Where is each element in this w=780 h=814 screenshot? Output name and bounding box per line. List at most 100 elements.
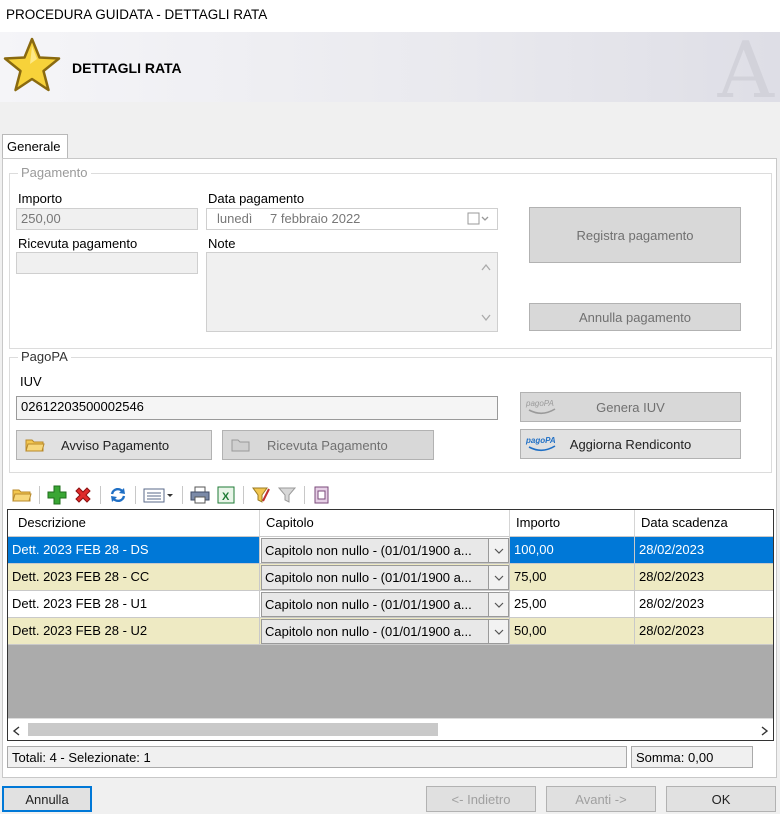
ok-label: OK	[711, 791, 731, 807]
note-textarea[interactable]	[206, 252, 498, 332]
cell-descrizione: Dett. 2023 FEB 28 - DS	[8, 537, 260, 564]
column-header-descrizione[interactable]: Descrizione	[8, 510, 260, 537]
chevron-down-icon[interactable]	[488, 593, 508, 616]
annulla-label: Annulla	[25, 791, 69, 807]
avanti-label: Avanti ->	[575, 791, 627, 807]
scrollbar-thumb[interactable]	[28, 723, 438, 736]
cell-capitolo: Capitolo non nullo - (01/01/1900 a...	[260, 564, 510, 591]
iuv-label: IUV	[20, 374, 42, 389]
importo-field[interactable]: 250,00	[16, 208, 198, 230]
table-row[interactable]: Dett. 2023 FEB 28 - DS Capitolo non null…	[8, 537, 773, 564]
column-header-data-scadenza[interactable]: Data scadenza	[635, 510, 773, 537]
capitolo-combobox[interactable]: Capitolo non nullo - (01/01/1900 a...	[261, 592, 509, 617]
add-icon[interactable]	[46, 484, 68, 506]
rate-grid: Descrizione Capitolo Importo Data scaden…	[7, 509, 774, 741]
scroll-up-icon[interactable]	[481, 259, 491, 274]
avanti-button[interactable]: Avanti ->	[546, 786, 656, 812]
cell-descrizione: Dett. 2023 FEB 28 - CC	[8, 564, 260, 591]
pagamento-group: Pagamento Importo 250,00 Data pagamento …	[9, 165, 772, 349]
annulla-pagamento-button[interactable]: Annulla pagamento	[529, 303, 741, 331]
tab-panel: Pagamento Importo 250,00 Data pagamento …	[2, 158, 777, 778]
column-header-capitolo[interactable]: Capitolo	[260, 510, 510, 537]
chevron-down-icon[interactable]	[488, 620, 508, 643]
filter-edit-icon[interactable]	[250, 484, 272, 506]
page-title: DETTAGLI RATA	[72, 60, 182, 76]
pagopa-group: PagoPA IUV 02612203500002546 pagoPA Gene…	[9, 349, 772, 473]
scroll-down-icon[interactable]	[481, 310, 491, 325]
tab-generale[interactable]: Generale	[2, 134, 68, 159]
annulla-button[interactable]: Annulla	[2, 786, 92, 812]
excel-export-icon[interactable]: X	[215, 484, 237, 506]
registra-pagamento-button[interactable]: Registra pagamento	[529, 207, 741, 263]
table-row[interactable]: Dett. 2023 FEB 28 - U2 Capitolo non null…	[8, 618, 773, 645]
capitolo-value: Capitolo non nullo - (01/01/1900 a...	[265, 543, 472, 558]
open-folder-icon[interactable]	[11, 484, 33, 506]
importo-value: 250,00	[21, 211, 61, 226]
toolbar-separator	[182, 486, 183, 504]
genera-iuv-button[interactable]: pagoPA Genera IUV	[520, 392, 741, 422]
ricevuta-pagamento-label: Ricevuta pagamento	[18, 236, 138, 251]
importo-label: Importo	[18, 191, 63, 206]
data-day: lunedì	[217, 211, 253, 226]
star-icon	[2, 36, 62, 99]
chevron-down-icon[interactable]	[488, 539, 508, 562]
cell-importo: 100,00	[510, 537, 635, 564]
cell-importo: 25,00	[510, 591, 635, 618]
pagamento-group-title: Pagamento	[18, 165, 91, 180]
scroll-left-icon[interactable]	[12, 724, 20, 739]
cell-data-scadenza: 28/02/2023	[635, 564, 773, 591]
table-row[interactable]: Dett. 2023 FEB 28 - CC Capitolo non null…	[8, 564, 773, 591]
grid-header: Descrizione Capitolo Importo Data scaden…	[8, 510, 773, 537]
horizontal-scrollbar[interactable]	[8, 718, 773, 740]
ricevuta-pagamento-btn-label: Ricevuta Pagamento	[267, 437, 388, 453]
toolbar-separator	[100, 486, 101, 504]
print-icon[interactable]	[189, 484, 211, 506]
genera-iuv-label: Genera IUV	[596, 399, 665, 415]
chevron-down-icon[interactable]	[488, 566, 508, 589]
capitolo-combobox[interactable]: Capitolo non nullo - (01/01/1900 a...	[261, 565, 509, 590]
table-row[interactable]: Dett. 2023 FEB 28 - U1 Capitolo non null…	[8, 591, 773, 618]
capitolo-combobox[interactable]: Capitolo non nullo - (01/01/1900 a...	[261, 538, 509, 563]
calendar-dropdown-icon[interactable]	[467, 212, 491, 229]
indietro-button[interactable]: <- Indietro	[426, 786, 536, 812]
svg-text:pagoPA: pagoPA	[525, 399, 554, 408]
cell-importo: 75,00	[510, 564, 635, 591]
toolbar-separator	[39, 486, 40, 504]
cell-descrizione: Dett. 2023 FEB 28 - U1	[8, 591, 260, 618]
note-label: Note	[208, 236, 236, 251]
totali-text: Totali: 4 - Selezionate: 1	[12, 750, 151, 765]
indietro-label: <- Indietro	[451, 791, 511, 807]
tab-label: Generale	[7, 139, 61, 154]
cell-capitolo: Capitolo non nullo - (01/01/1900 a...	[260, 591, 510, 618]
data-pagamento-picker[interactable]: lunedì 7 febbraio 2022	[206, 208, 498, 230]
cell-capitolo: Capitolo non nullo - (01/01/1900 a...	[260, 618, 510, 645]
avviso-pagamento-button[interactable]: Avviso Pagamento	[16, 430, 212, 460]
status-totali: Totali: 4 - Selezionate: 1	[7, 746, 627, 768]
iuv-field[interactable]: 02612203500002546	[16, 396, 498, 420]
registra-pagamento-label: Registra pagamento	[576, 227, 694, 243]
ricevuta-pagamento-button[interactable]: Ricevuta Pagamento	[222, 430, 434, 460]
filter-icon[interactable]	[276, 484, 298, 506]
aggiorna-rendiconto-button[interactable]: pagoPA Aggiorna Rendiconto	[520, 429, 741, 459]
toolbar-separator	[243, 486, 244, 504]
pagopa-group-title: PagoPA	[18, 349, 71, 364]
capitolo-combobox[interactable]: Capitolo non nullo - (01/01/1900 a...	[261, 619, 509, 644]
capitolo-value: Capitolo non nullo - (01/01/1900 a...	[265, 570, 472, 585]
cell-importo: 50,00	[510, 618, 635, 645]
pagopa-logo-icon: pagoPA	[525, 397, 559, 417]
ok-button[interactable]: OK	[666, 786, 776, 812]
layout-icon[interactable]	[311, 484, 333, 506]
delete-icon[interactable]	[72, 484, 94, 506]
column-header-importo[interactable]: Importo	[510, 510, 635, 537]
cell-descrizione: Dett. 2023 FEB 28 - U2	[8, 618, 260, 645]
columns-menu-icon[interactable]	[142, 484, 176, 506]
status-somma: Somma: 0,00	[631, 746, 753, 768]
window-title: PROCEDURA GUIDATA - DETTAGLI RATA	[6, 7, 268, 22]
data-pagamento-label: Data pagamento	[208, 191, 305, 206]
annulla-pagamento-label: Annulla pagamento	[578, 309, 692, 325]
toolbar-separator	[304, 486, 305, 504]
ricevuta-pagamento-field[interactable]	[16, 252, 198, 274]
scroll-right-icon[interactable]	[761, 724, 769, 739]
window-titlebar: PROCEDURA GUIDATA - DETTAGLI RATA	[0, 0, 780, 32]
refresh-icon[interactable]	[107, 484, 129, 506]
